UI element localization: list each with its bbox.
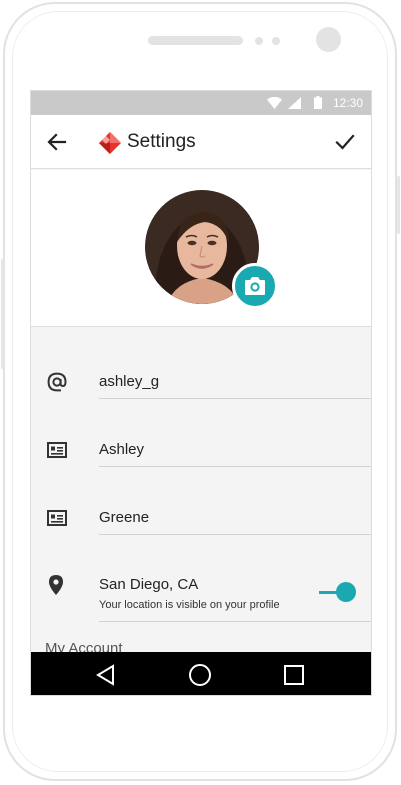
- first-name-input[interactable]: [99, 433, 371, 467]
- phone-screen: 12:30 Settings ashley_g Ashley Greene Sa…: [30, 90, 372, 696]
- id-card-icon: [47, 442, 67, 458]
- home-circle-icon[interactable]: [187, 662, 213, 688]
- status-time: 12:30: [332, 96, 363, 110]
- username-input[interactable]: [99, 365, 371, 399]
- location-value[interactable]: San Diego, CA: [99, 576, 198, 593]
- phone-speaker: [148, 36, 243, 45]
- recents-square-icon[interactable]: [281, 662, 307, 688]
- page-title: Settings: [127, 131, 196, 152]
- app-bar: Settings: [31, 115, 371, 169]
- first-name-row: [31, 415, 371, 483]
- divider: [99, 621, 371, 622]
- camera-icon: [245, 277, 265, 295]
- app-logo-icon: [99, 132, 121, 154]
- last-name-input[interactable]: [99, 501, 371, 535]
- phone-front-camera: [316, 27, 341, 52]
- phone-sensor: [272, 37, 280, 45]
- phone-sensor: [255, 37, 263, 45]
- location-visibility-toggle[interactable]: [319, 582, 357, 604]
- system-nav-bar: [31, 652, 371, 695]
- change-photo-button[interactable]: [232, 263, 278, 309]
- location-row: San Diego, CA Your location is visible o…: [31, 560, 371, 622]
- profile-header: [31, 170, 371, 327]
- phone-side-button: [397, 176, 400, 234]
- location-visibility-note: Your location is visible on your profile: [99, 599, 280, 611]
- at-sign-icon: [47, 372, 67, 392]
- status-bar: 12:30: [31, 91, 371, 115]
- back-triangle-icon[interactable]: [93, 662, 119, 688]
- last-name-row: [31, 483, 371, 551]
- arrow-left-icon[interactable]: [45, 130, 69, 154]
- phone-side-button: [1, 259, 4, 369]
- location-pin-icon: [49, 575, 63, 595]
- check-icon[interactable]: [333, 130, 357, 154]
- wifi-icon: [267, 97, 282, 109]
- toggle-thumb: [336, 582, 356, 602]
- id-card-icon: [47, 510, 67, 526]
- battery-icon: [314, 96, 322, 109]
- signal-icon: [288, 97, 301, 109]
- username-row: [31, 347, 371, 415]
